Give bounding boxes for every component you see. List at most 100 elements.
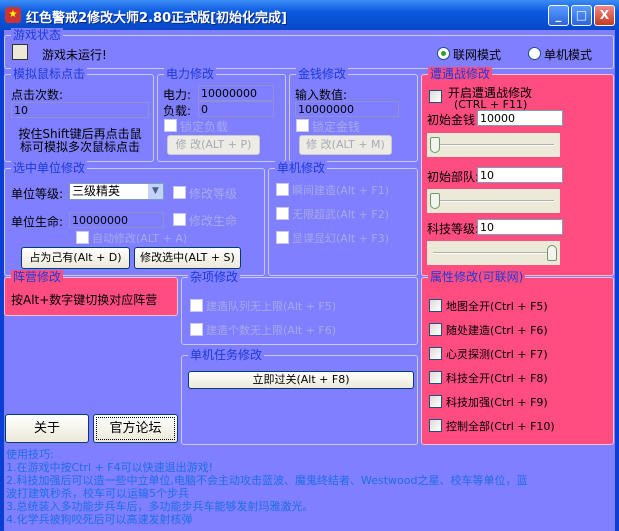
group-title: 单机任务修改 xyxy=(188,348,265,362)
mouse-click-group: 模拟鼠标点击 点击次数: 10 按住Shift键后再点击鼠 标可模拟多次鼠标点击 xyxy=(4,67,154,162)
forum-button[interactable]: 官方论坛 xyxy=(93,414,178,443)
tips-title: 使用技巧: xyxy=(6,448,54,461)
chevron-down-icon[interactable]: ▼ xyxy=(148,184,163,199)
online-mode-label[interactable]: 联网模式 xyxy=(453,46,501,63)
group-title: 金钱修改 xyxy=(296,67,349,81)
single-mode-radio[interactable] xyxy=(528,47,541,60)
game-status-group: 游戏状态 游戏未运行! 联网模式 单机模式 xyxy=(4,28,614,69)
psychic-reveal-label[interactable]: 心灵探测(Ctrl + F7) xyxy=(446,346,548,362)
tip-line: 波打建筑秒杀，校车可以运输5个步兵 xyxy=(6,487,189,500)
initial-units-slider[interactable] xyxy=(427,189,560,213)
single-mode-label[interactable]: 单机模式 xyxy=(544,46,592,63)
single-mode-group: 单机修改 瞬间建造(Alt + F1) 无限超武(Alt + F2) 显谍显幻(… xyxy=(268,161,418,276)
money-input[interactable]: 10000000 xyxy=(295,101,399,117)
instant-build-checkbox[interactable] xyxy=(276,183,289,196)
lock-load-label: 锁定负载 xyxy=(180,120,229,134)
modify-power-button[interactable]: 修 改(ALT + P) xyxy=(167,135,260,155)
modify-level-label: 修改等级 xyxy=(189,187,238,201)
misc-group: 杂项修改 建造队列无上限(Alt + F5) 建造个数无上限(Alt + F6) xyxy=(181,270,418,345)
tech-level-input[interactable]: 10 xyxy=(477,219,563,235)
initial-money-input[interactable]: 10000 xyxy=(477,110,563,126)
faction-group: 阵营修改 按Alt+数字键切换对应阵营 xyxy=(4,270,178,316)
group-title: 游戏状态 xyxy=(11,28,64,42)
app-icon: ★ xyxy=(5,7,21,23)
group-title: 电力修改 xyxy=(164,67,217,81)
instant-win-button[interactable]: 立即过关(Alt + F8) xyxy=(188,371,414,389)
faction-hint: 按Alt+数字键切换对应阵营 xyxy=(11,293,158,307)
tech-all-checkbox[interactable] xyxy=(429,371,442,384)
close-button[interactable]: X xyxy=(594,5,615,26)
power-input[interactable]: 10000000 xyxy=(198,85,274,101)
modify-life-label: 修改生命 xyxy=(189,214,238,228)
unlimited-superweapon-label: 无限超武(Alt + F2) xyxy=(292,208,390,221)
instant-build-label: 瞬间建造(Alt + F1) xyxy=(292,184,390,197)
load-label: 负载: xyxy=(163,104,192,118)
control-all-label[interactable]: 控制全部(Ctrl + F10) xyxy=(446,418,555,434)
power-group: 电力修改 电力: 10000000 负载: 0 锁定负载 修 改(ALT + P… xyxy=(157,67,286,162)
selected-unit-group: 选中单位修改 单位等级: 三级精英 ▼ 修改等级 单位生命: 10000000 修… xyxy=(4,161,265,276)
money-group: 金钱修改 输入数值: 10000000 锁定金钱 修 改(ALT + M) xyxy=(289,67,418,162)
tip-line: 3.总统装入多功能步兵车后，多功能步兵车能够发射玛雅激光。 xyxy=(6,500,314,513)
queue-unlimited-label: 建造队列无上限(Alt + F5) xyxy=(206,300,337,313)
unit-level-select[interactable]: 三级精英 ▼ xyxy=(69,183,164,200)
initial-units-input[interactable]: 10 xyxy=(477,167,563,183)
modify-money-button[interactable]: 修 改(ALT + M) xyxy=(299,135,392,155)
lock-load-checkbox[interactable] xyxy=(164,119,177,132)
unit-life-label: 单位生命: xyxy=(11,215,64,229)
map-reveal-label[interactable]: 地图全开(Ctrl + F5) xyxy=(446,298,548,314)
online-mode-radio[interactable] xyxy=(437,47,450,60)
power-label: 电力: xyxy=(163,88,192,102)
about-button[interactable]: 关于 xyxy=(5,414,89,443)
unit-life-input[interactable]: 10000000 xyxy=(69,212,164,228)
tech-boost-checkbox[interactable] xyxy=(429,395,442,408)
reveal-spies-label: 显谍显幻(Alt + F3) xyxy=(292,232,390,245)
auto-modify-label: 自动修改(ALT + A) xyxy=(92,232,188,245)
build-anywhere-label[interactable]: 随处建造(Ctrl + F6) xyxy=(446,322,548,338)
title-bar[interactable]: ★ 红色警戒2修改大师2.80正式版[初始化完成] _ □ X xyxy=(0,0,619,30)
unlimited-superweapon-checkbox[interactable] xyxy=(276,207,289,220)
group-title: 选中单位修改 xyxy=(11,161,88,175)
skirmish-group: 遭遇战修改 开启遭遇战修改 (CTRL + F11) 初始金钱 10000 初始… xyxy=(421,67,614,276)
group-title: 遭遇战修改 xyxy=(428,67,493,81)
click-count-input[interactable]: 10 xyxy=(11,102,149,118)
tip-line: 4.化学兵被狗咬死后可以高速发射核弹 xyxy=(6,513,193,526)
initial-money-slider[interactable] xyxy=(427,133,560,157)
load-input[interactable]: 0 xyxy=(198,101,274,117)
unit-level-label: 单位等级: xyxy=(11,187,64,201)
click-count-label: 点击次数: xyxy=(11,88,64,102)
unit-level-value: 三级精英 xyxy=(72,184,121,198)
group-title: 阵营修改 xyxy=(11,270,64,284)
tech-all-label[interactable]: 科技全开(Ctrl + F8) xyxy=(446,370,548,386)
tip-line: 1.在游戏中按Ctrl + F4可以快速退出游戏! xyxy=(6,461,214,474)
lock-money-checkbox[interactable] xyxy=(296,119,309,132)
map-reveal-checkbox[interactable] xyxy=(429,299,442,312)
build-count-unlimited-checkbox[interactable] xyxy=(190,323,203,336)
modify-selected-button[interactable]: 修改选中(ALT + S) xyxy=(134,247,241,269)
tech-level-label: 科技等级: xyxy=(427,222,480,236)
initial-units-label: 初始部队: xyxy=(427,170,480,184)
initial-money-label: 初始金钱 xyxy=(427,113,476,127)
minimize-button[interactable]: _ xyxy=(548,5,569,26)
queue-unlimited-checkbox[interactable] xyxy=(190,299,203,312)
usage-tips: 使用技巧: 1.在游戏中按Ctrl + F4可以快速退出游戏! 2.科技加强后可… xyxy=(6,448,611,526)
tech-boost-label[interactable]: 科技加强(Ctrl + F9) xyxy=(446,394,548,410)
auto-modify-checkbox[interactable] xyxy=(76,231,89,244)
tech-level-slider[interactable] xyxy=(427,241,560,265)
hint-line-2: 标可模拟多次鼠标点击 xyxy=(19,140,140,154)
psychic-reveal-checkbox[interactable] xyxy=(429,347,442,360)
mission-group: 单机任务修改 立即过关(Alt + F8) xyxy=(181,348,418,445)
skirmish-enable-checkbox[interactable] xyxy=(429,90,442,103)
modify-life-checkbox[interactable] xyxy=(173,213,186,226)
maximize-button[interactable]: □ xyxy=(571,5,592,26)
window-title: 红色警戒2修改大师2.80正式版[初始化完成] xyxy=(26,11,288,26)
control-all-checkbox[interactable] xyxy=(429,419,442,432)
attribute-group: 属性修改(可联网) 地图全开(Ctrl + F5) 随处建造(Ctrl + F6… xyxy=(421,270,614,445)
build-anywhere-checkbox[interactable] xyxy=(429,323,442,336)
client-area: 游戏状态 游戏未运行! 联网模式 单机模式 模拟鼠标点击 点击次数: 10 按住… xyxy=(4,28,615,531)
build-count-unlimited-label: 建造个数无上限(Alt + F6) xyxy=(206,324,337,337)
group-title: 属性修改(可联网) xyxy=(428,270,526,284)
take-ownership-button[interactable]: 占为己有(Alt + D) xyxy=(21,247,130,269)
reveal-spies-checkbox[interactable] xyxy=(276,231,289,244)
tip-line: 2.科技加强后可以造一些中立单位,电脑不会主动攻击蓝波、魔鬼终结者、Westwo… xyxy=(6,474,528,487)
modify-level-checkbox[interactable] xyxy=(173,186,186,199)
